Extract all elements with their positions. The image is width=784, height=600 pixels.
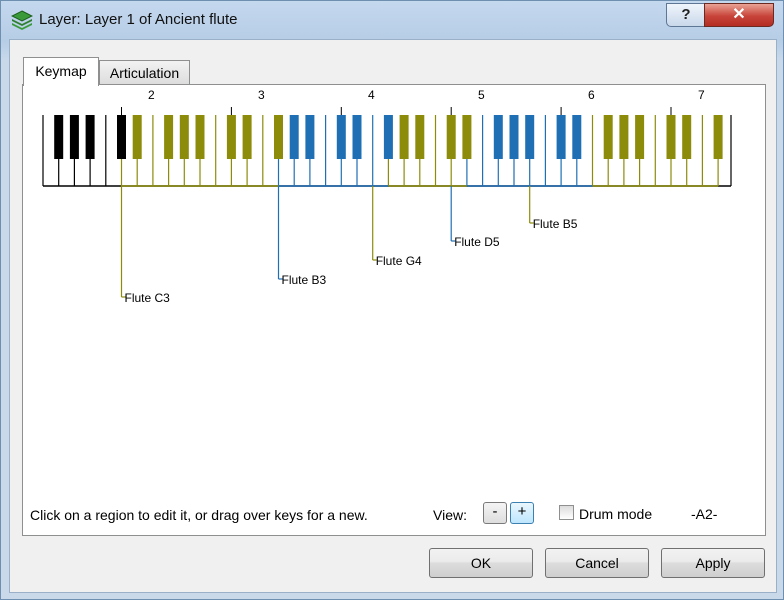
dialog-body: Articulation Keymap Flute C3 Flute B3 Flut… (9, 39, 777, 593)
region-label[interactable]: Flute C3 (125, 291, 171, 305)
window-title: Layer: Layer 1 of Ancient flute (39, 11, 238, 28)
octave-label: 7 (698, 88, 705, 102)
region-label[interactable]: Flute D5 (454, 235, 500, 249)
layers-icon (11, 10, 33, 30)
close-button[interactable]: ✕ (704, 3, 774, 27)
cancel-button[interactable]: Cancel (545, 548, 649, 578)
tab-articulation[interactable]: Articulation (99, 60, 190, 85)
region-label[interactable]: Flute B5 (533, 217, 578, 231)
layer-dialog: Layer: Layer 1 of Ancient flute ? ✕ Arti… (0, 0, 784, 600)
zoom-in-button[interactable]: + (510, 502, 534, 524)
region-label[interactable]: Flute B3 (282, 273, 327, 287)
title-bar[interactable]: Layer: Layer 1 of Ancient flute ? ✕ (1, 1, 783, 39)
keymap-panel: Flute C3 Flute B3 Flute G4 Flute D5 Flute B5… (22, 84, 766, 536)
octave-label: 6 (588, 88, 595, 102)
current-note-readout: -A2- (691, 506, 718, 522)
piano-keyboard[interactable]: Flute C3 Flute B3 Flute G4 Flute D5 Flute B5 (23, 85, 765, 535)
view-label: View: (433, 507, 467, 523)
apply-button[interactable]: Apply (661, 548, 765, 578)
octave-label: 4 (368, 88, 375, 102)
drum-mode-label: Drum mode (579, 506, 653, 522)
drum-mode-checkbox[interactable] (559, 505, 574, 520)
zoom-out-button[interactable]: - (483, 502, 507, 524)
status-hint: Click on a region to edit it, or drag ov… (30, 507, 368, 523)
octave-label: 5 (478, 88, 485, 102)
tab-keymap[interactable]: Keymap (23, 57, 99, 86)
octave-label: 3 (258, 88, 265, 102)
octave-label: 2 (148, 88, 155, 102)
help-button[interactable]: ? (666, 3, 706, 27)
region-label[interactable]: Flute G4 (376, 254, 422, 268)
ok-button[interactable]: OK (429, 548, 533, 578)
